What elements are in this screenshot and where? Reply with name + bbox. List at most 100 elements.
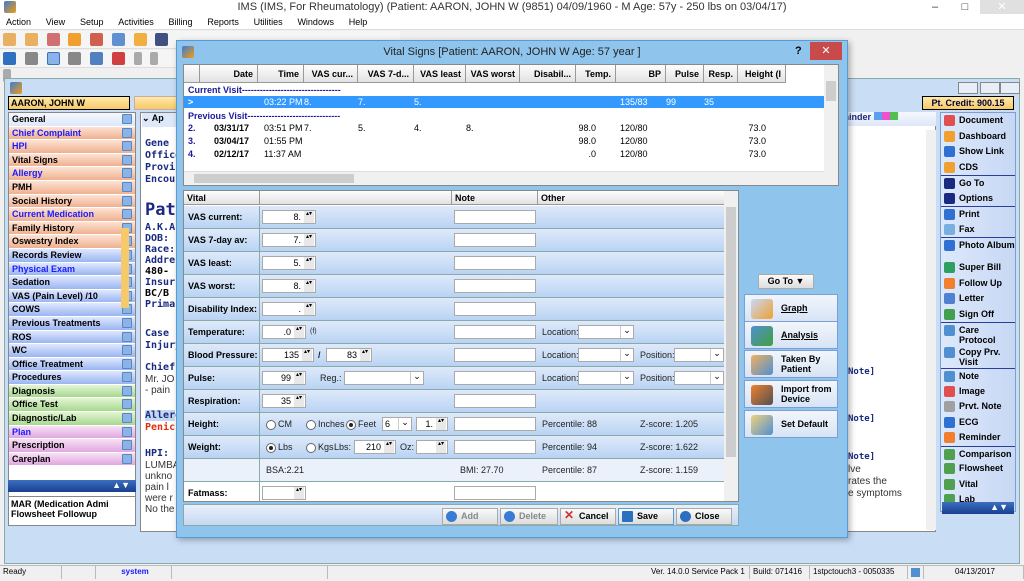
action-follow-up[interactable]: Follow Up bbox=[941, 276, 1015, 292]
grid-col-header[interactable]: VAS cur... bbox=[304, 65, 358, 83]
action-dashboard[interactable]: Dashboard bbox=[941, 129, 1015, 145]
grid-col-header[interactable]: Time bbox=[258, 65, 304, 83]
respiration-note[interactable] bbox=[454, 394, 536, 408]
nav-item-procedures[interactable]: Procedures bbox=[9, 371, 135, 385]
action-image[interactable]: Image bbox=[941, 384, 1015, 400]
close-window-button[interactable]: ✕ bbox=[980, 0, 1024, 14]
vas-least-note[interactable] bbox=[454, 256, 536, 270]
action-note[interactable]: Note bbox=[941, 368, 1015, 384]
grid-col-header[interactable]: BP bbox=[616, 65, 666, 83]
edit-section-icon[interactable] bbox=[122, 331, 132, 342]
action-print[interactable]: Print bbox=[941, 206, 1015, 222]
nav-item-wc[interactable]: WC bbox=[9, 344, 135, 358]
nav-item-current-medication[interactable]: Current Medication bbox=[9, 208, 135, 222]
import-device-button[interactable]: Import from Device bbox=[744, 380, 838, 408]
nav-item-diagnostic-lab[interactable]: Diagnostic/Lab bbox=[9, 412, 135, 426]
print-icon[interactable] bbox=[90, 52, 104, 65]
weight-oz-input[interactable] bbox=[416, 440, 448, 454]
nav-item-ros[interactable]: ROS bbox=[9, 330, 135, 345]
disability-note[interactable] bbox=[454, 302, 536, 316]
bp-note[interactable] bbox=[454, 348, 536, 362]
action-care-protocol[interactable]: Care Protocol bbox=[941, 322, 1015, 345]
radio-cm[interactable] bbox=[266, 419, 276, 430]
action-fax[interactable]: Fax bbox=[941, 222, 1015, 238]
quick-list-item[interactable]: MAR (Medication Admi bbox=[11, 499, 133, 509]
prev-record-icon[interactable] bbox=[150, 52, 159, 65]
quick-list-item[interactable]: Flowsheet Followup bbox=[11, 509, 133, 519]
grid-col-header[interactable]: VAS least bbox=[414, 65, 466, 83]
patient-quick-icons[interactable] bbox=[134, 96, 178, 110]
action-cds[interactable]: CDS bbox=[941, 160, 1015, 176]
action-ecg[interactable]: ECG bbox=[941, 415, 1015, 431]
action-scroll-buttons[interactable]: ▲▼ bbox=[942, 502, 1014, 514]
graph-button[interactable]: Graph bbox=[744, 294, 838, 322]
radio-kgs[interactable] bbox=[306, 442, 316, 453]
temperature-input[interactable]: .0 bbox=[262, 325, 306, 339]
pulse-input[interactable]: 99 bbox=[262, 371, 306, 385]
menu-utilities[interactable]: Utilities bbox=[248, 14, 289, 30]
nav-item-oswestry-index[interactable]: Oswestry Index bbox=[9, 235, 135, 249]
grid-row[interactable]: 3. 03/04/17 01:55 PM 98.0 120/80 73.0 bbox=[184, 135, 824, 147]
height-feet-select[interactable]: 6 bbox=[382, 417, 412, 431]
height-inches-option[interactable]: Inches bbox=[306, 413, 345, 435]
nav-collapse-handle[interactable] bbox=[121, 228, 129, 308]
menu-billing[interactable]: Billing bbox=[163, 14, 199, 30]
weight-note[interactable] bbox=[454, 440, 536, 454]
inbox-icon[interactable] bbox=[3, 52, 16, 65]
grid-horizontal-scrollbar[interactable] bbox=[184, 171, 824, 185]
patient-edit-icon[interactable] bbox=[46, 33, 60, 46]
color-swatch-blue[interactable] bbox=[873, 112, 882, 120]
nav-item-careplan[interactable]: Careplan bbox=[9, 452, 135, 467]
grid-col-header[interactable] bbox=[184, 65, 200, 83]
action-comparison[interactable]: Comparison bbox=[941, 445, 1015, 462]
disability-input[interactable]: . bbox=[262, 302, 316, 316]
pulse-note[interactable] bbox=[454, 371, 536, 385]
weight-kgs-option[interactable]: Kgs bbox=[306, 436, 334, 458]
edit-section-icon[interactable] bbox=[122, 127, 132, 138]
bp-position-select[interactable] bbox=[674, 348, 724, 362]
nav-item-physical-exam[interactable]: Physical Exam bbox=[9, 262, 135, 277]
edit-section-icon[interactable] bbox=[122, 399, 132, 410]
restore-button[interactable]: □ bbox=[950, 0, 980, 14]
action-copy-prv-visit[interactable]: Copy Prv. Visit bbox=[941, 345, 1015, 368]
vas-worst-note[interactable] bbox=[454, 279, 536, 293]
nav-item-prescription[interactable]: Prescription bbox=[9, 439, 135, 453]
action-letter[interactable]: Letter bbox=[941, 291, 1015, 307]
height-inches-input[interactable]: 1. bbox=[416, 417, 448, 431]
chart-minimize-button[interactable] bbox=[958, 82, 978, 94]
respiration-input[interactable]: 35 bbox=[262, 394, 306, 408]
action-go-to[interactable]: Go To bbox=[941, 175, 1015, 191]
nav-item-previous-treatments[interactable]: Previous Treatments bbox=[9, 316, 135, 331]
nav-item-pmh[interactable]: PMH bbox=[9, 180, 135, 195]
edit-section-icon[interactable] bbox=[122, 317, 132, 328]
grid-col-header[interactable]: Disabil... bbox=[520, 65, 576, 83]
bp-diastolic-input[interactable]: 83 bbox=[326, 348, 372, 362]
weight-lbs-input[interactable]: 210 bbox=[354, 440, 396, 454]
edit-section-icon[interactable] bbox=[122, 345, 132, 356]
grid-col-header[interactable]: Pulse bbox=[666, 65, 704, 83]
vas-worst-input[interactable]: 8. bbox=[262, 279, 316, 293]
edit-section-icon[interactable] bbox=[122, 181, 132, 192]
menu-activities[interactable]: Activities bbox=[112, 14, 160, 30]
edit-section-icon[interactable] bbox=[122, 195, 132, 206]
bp-location-select[interactable] bbox=[578, 348, 634, 362]
nav-item-vital-signs[interactable]: Vital Signs bbox=[9, 153, 135, 168]
fatmass-note[interactable] bbox=[454, 486, 536, 500]
heart-icon[interactable] bbox=[111, 52, 125, 65]
color-swatch-pink[interactable] bbox=[881, 112, 890, 120]
delete-button[interactable]: Delete bbox=[500, 508, 558, 525]
analysis-button[interactable]: Analysis bbox=[744, 321, 838, 349]
edit-section-icon[interactable] bbox=[122, 440, 132, 451]
temperature-note[interactable] bbox=[454, 325, 536, 339]
form-vertical-scrollbar[interactable] bbox=[724, 191, 738, 501]
vas-7day-note[interactable] bbox=[454, 233, 536, 247]
cancel-button[interactable]: ✕ Cancel bbox=[560, 508, 616, 525]
action-vital[interactable]: Vital bbox=[941, 477, 1015, 493]
menu-setup[interactable]: Setup bbox=[74, 14, 110, 30]
pulse-reg-select[interactable] bbox=[344, 371, 424, 385]
radio-lbs[interactable] bbox=[266, 442, 276, 453]
action-document[interactable]: Document bbox=[941, 113, 1015, 129]
reminder-scrollbar[interactable] bbox=[926, 130, 936, 530]
close-button[interactable]: Close bbox=[676, 508, 732, 525]
grid-col-header[interactable]: Temp. bbox=[576, 65, 616, 83]
